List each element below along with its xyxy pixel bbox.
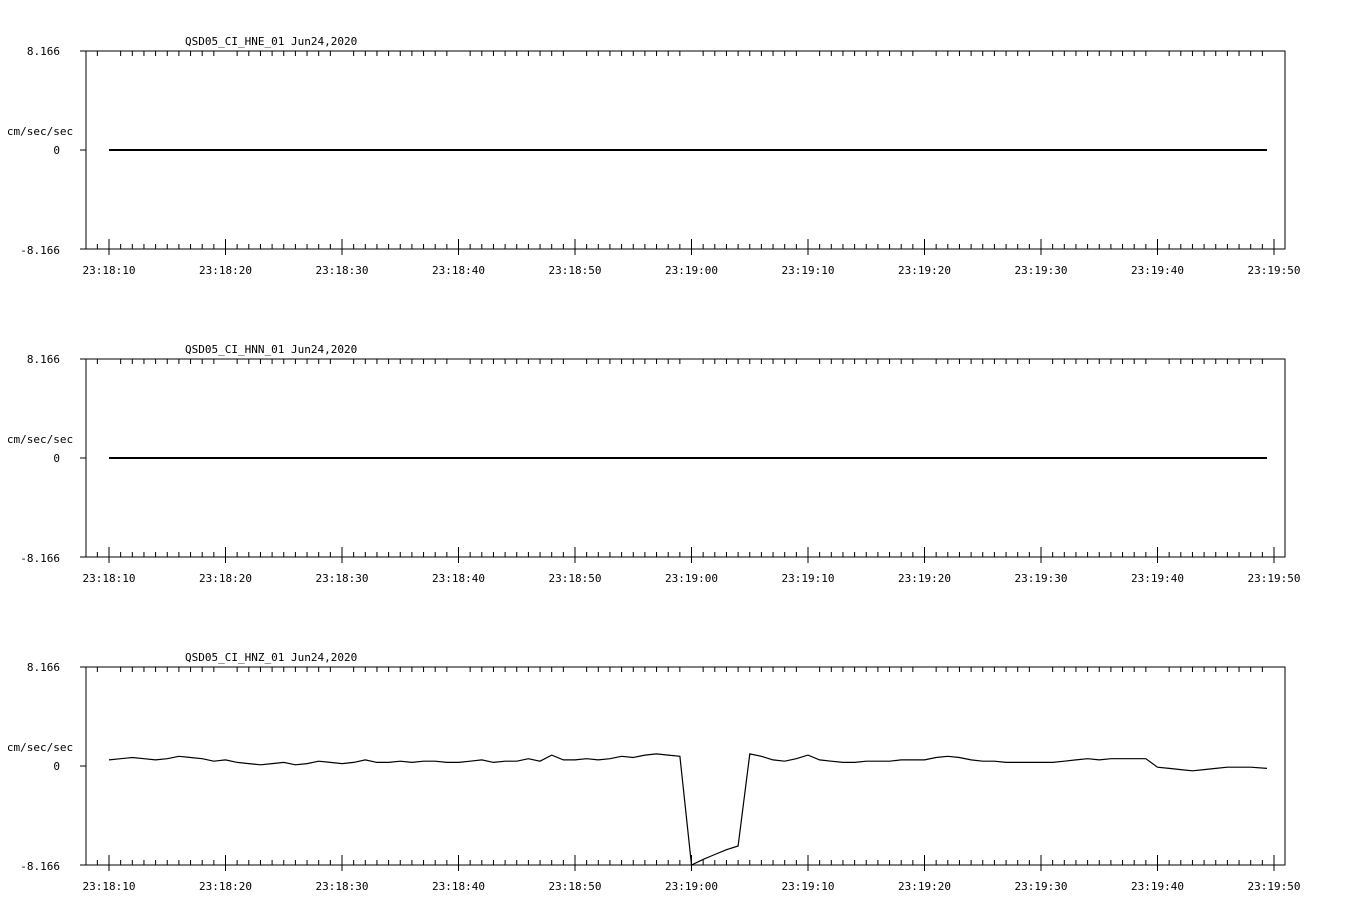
- x-tick-label: 23:19:30: [1015, 880, 1068, 893]
- y-axis-label: cm/sec/sec: [7, 741, 73, 754]
- y-tick-label: 0: [53, 452, 60, 465]
- y-tick-label: -8.166: [20, 244, 60, 257]
- chart-title: QSD05_CI_HNN_01 Jun24,2020: [185, 343, 357, 356]
- x-tick-label: 23:18:10: [83, 264, 136, 277]
- x-tick-label: 23:19:30: [1015, 572, 1068, 585]
- x-tick-label: 23:18:30: [316, 572, 369, 585]
- x-tick-label: 23:19:20: [898, 264, 951, 277]
- x-tick-label: 23:19:10: [782, 572, 835, 585]
- x-tick-label: 23:18:20: [199, 880, 252, 893]
- x-tick-label: 23:18:50: [549, 572, 602, 585]
- x-tick-label: 23:19:20: [898, 880, 951, 893]
- x-tick-label: 23:19:40: [1131, 264, 1184, 277]
- seismogram-charts: QSD05_CI_HNE_01 Jun24,2020 8.166 0 -8.166 cm…: [7, 35, 1301, 893]
- x-tick-label: 23:19:50: [1248, 880, 1301, 893]
- x-tick-label: 23:18:50: [549, 264, 602, 277]
- x-tick-label: 23:18:30: [316, 264, 369, 277]
- x-tick-label: 23:19:10: [782, 264, 835, 277]
- series-line: [108, 753, 1268, 866]
- x-tick-label: 23:18:40: [432, 880, 485, 893]
- chart-title: QSD05_CI_HNE_01 Jun24,2020: [185, 35, 357, 48]
- x-tick-label: 23:19:00: [665, 572, 718, 585]
- y-axis-label: cm/sec/sec: [7, 125, 73, 138]
- y-tick-label: -8.166: [20, 860, 60, 873]
- chart-title: QSD05_CI_HNZ_01 Jun24,2020: [185, 651, 357, 664]
- x-tick-label: 23:19:00: [665, 880, 718, 893]
- x-tick-label: 23:18:40: [432, 264, 485, 277]
- x-tick-label: 23:19:10: [782, 880, 835, 893]
- y-axis-label: cm/sec/sec: [7, 433, 73, 446]
- x-tick-label: 23:18:30: [316, 880, 369, 893]
- y-tick-label: -8.166: [20, 552, 60, 565]
- y-tick-label: 8.166: [27, 661, 60, 674]
- x-tick-label: 23:18:40: [432, 572, 485, 585]
- x-tick-label: 23:19:40: [1131, 572, 1184, 585]
- y-tick-label: 0: [53, 144, 60, 157]
- plot-frame: [85, 666, 1286, 866]
- x-tick-label: 23:18:10: [83, 572, 136, 585]
- x-tick-label: 23:18:20: [199, 572, 252, 585]
- y-tick-label: 0: [53, 760, 60, 773]
- x-tick-label: 23:18:50: [549, 880, 602, 893]
- x-tick-label: 23:19:30: [1015, 264, 1068, 277]
- y-tick-label: 8.166: [27, 45, 60, 58]
- x-tick-label: 23:19:50: [1248, 264, 1301, 277]
- x-tick-label: 23:19:50: [1248, 572, 1301, 585]
- x-tick-label: 23:19:40: [1131, 880, 1184, 893]
- x-tick-label: 23:18:20: [199, 264, 252, 277]
- x-tick-label: 23:18:10: [83, 880, 136, 893]
- x-tick-label: 23:19:00: [665, 264, 718, 277]
- y-tick-label: 8.166: [27, 353, 60, 366]
- x-tick-label: 23:19:20: [898, 572, 951, 585]
